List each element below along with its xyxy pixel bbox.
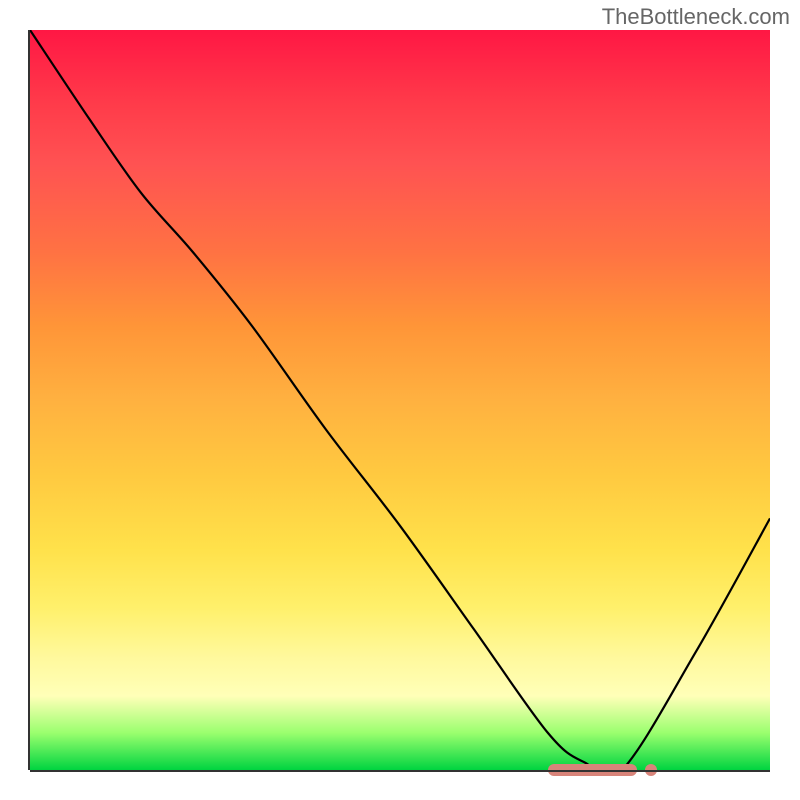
- curve-path: [30, 30, 770, 770]
- y-axis: [28, 30, 30, 770]
- watermark-text: TheBottleneck.com: [602, 4, 790, 30]
- chart-container: TheBottleneck.com: [0, 0, 800, 800]
- x-axis: [30, 770, 770, 772]
- plot-area: [30, 30, 770, 770]
- bottleneck-curve: [30, 30, 770, 770]
